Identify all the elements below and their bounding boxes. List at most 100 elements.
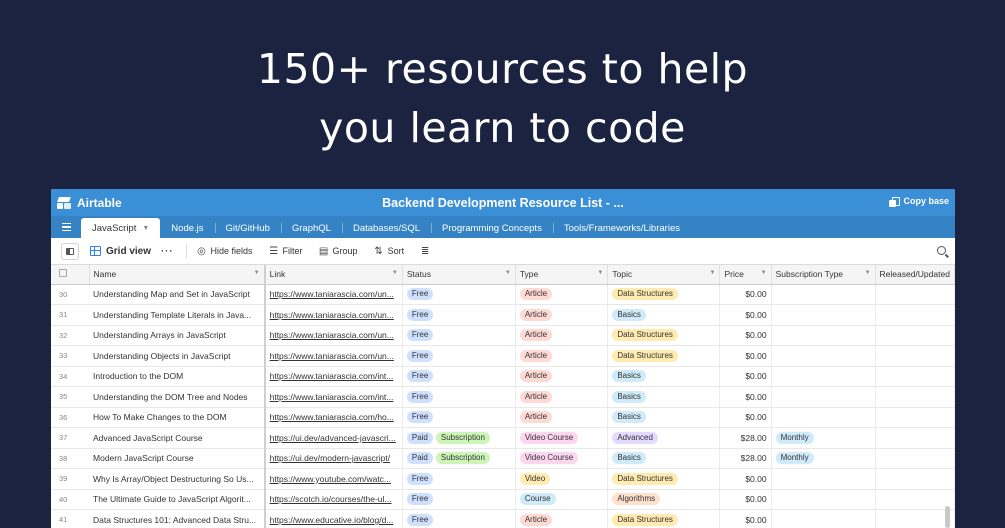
tab-databases-sql[interactable]: Databases/SQL xyxy=(341,218,431,238)
cell-status[interactable]: Free xyxy=(402,304,516,326)
cell-type[interactable]: Article xyxy=(515,407,609,428)
cell-name[interactable]: Data Structures 101: Advanced Data Stru.… xyxy=(89,509,266,528)
chevron-down-icon[interactable]: ▼ xyxy=(254,270,260,276)
cell-price[interactable]: $0.00 xyxy=(719,407,772,428)
tab-javascript[interactable]: JavaScript ▼ xyxy=(81,218,161,238)
cell-released-updated[interactable] xyxy=(875,386,955,408)
sort-button[interactable]: ⇅ Sort xyxy=(374,246,404,257)
row-height-button[interactable]: ≣ xyxy=(420,246,430,257)
cell-name[interactable]: Understanding Objects in JavaScript xyxy=(89,345,266,367)
group-button[interactable]: ▤ Group xyxy=(319,246,358,257)
cell-topic[interactable]: Data Structures xyxy=(607,284,721,305)
cell-type[interactable]: Article xyxy=(515,345,609,367)
cell-link[interactable]: https://www.taniarascia.com/un... xyxy=(264,325,403,346)
cell-subscription-type[interactable]: Monthly xyxy=(771,427,876,449)
cell-subscription-type[interactable]: Monthly xyxy=(771,448,876,469)
cell-price[interactable]: $0.00 xyxy=(719,509,772,528)
more-options-button[interactable]: ··· xyxy=(161,246,174,257)
cell-released-updated[interactable] xyxy=(875,468,955,490)
cell-type[interactable]: Article xyxy=(515,509,609,528)
cell-price[interactable]: $28.00 xyxy=(719,448,772,469)
tab-tools-frameworks-libraries[interactable]: Tools/Frameworks/Libraries xyxy=(552,218,691,238)
table-row[interactable]: 30 Understanding Map and Set in JavaScri… xyxy=(51,284,955,305)
sidebar-toggle-button[interactable] xyxy=(61,242,79,260)
column-header-released-updated[interactable]: Released/Updated xyxy=(875,265,955,285)
airtable-logo[interactable]: Airtable xyxy=(51,196,122,210)
resource-link[interactable]: https://www.taniarascia.com/un... xyxy=(270,351,394,361)
cell-status[interactable]: Paid Subscription xyxy=(402,448,516,469)
cell-status[interactable]: Free xyxy=(402,325,516,346)
cell-status[interactable]: Free xyxy=(402,284,516,305)
vertical-scrollbar[interactable] xyxy=(945,506,950,528)
grid-view-switcher[interactable]: Grid view xyxy=(90,246,151,257)
table-row[interactable]: 32 Understanding Arrays in JavaScript ht… xyxy=(51,325,955,346)
cell-topic[interactable]: Data Structures xyxy=(607,509,721,528)
resource-link[interactable]: https://www.educative.io/blog/d... xyxy=(270,515,394,525)
resource-link[interactable]: https://www.taniarascia.com/un... xyxy=(270,330,394,340)
cell-released-updated[interactable] xyxy=(875,427,955,449)
cell-price[interactable]: $28.00 xyxy=(719,427,772,449)
select-all-checkbox[interactable] xyxy=(51,265,90,285)
cell-link[interactable]: https://www.taniarascia.com/int... xyxy=(264,366,403,387)
cell-status[interactable]: Paid Subscription xyxy=(402,427,516,449)
cell-link[interactable]: https://ui.dev/modern-javascript/ xyxy=(264,448,403,469)
cell-link[interactable]: https://www.taniarascia.com/un... xyxy=(264,304,403,326)
copy-base-button[interactable]: Copy base xyxy=(889,196,949,207)
cell-price[interactable]: $0.00 xyxy=(719,345,772,367)
cell-topic[interactable]: Basics xyxy=(607,448,721,469)
cell-released-updated[interactable] xyxy=(875,325,955,346)
column-header-subscription-type[interactable]: Subscription Type ▼ xyxy=(771,265,876,285)
table-row[interactable]: 36 How To Make Changes to the DOM https:… xyxy=(51,407,955,428)
table-row[interactable]: 34 Introduction to the DOM https://www.t… xyxy=(51,366,955,387)
cell-status[interactable]: Free xyxy=(402,407,516,428)
resource-link[interactable]: https://scotch.io/courses/the-ul... xyxy=(270,494,392,504)
tab-git-github[interactable]: Git/GitHub xyxy=(214,218,281,238)
resource-link[interactable]: https://www.taniarascia.com/un... xyxy=(270,310,394,320)
cell-name[interactable]: Modern JavaScript Course xyxy=(89,448,266,469)
cell-status[interactable]: Free xyxy=(402,509,516,528)
cell-topic[interactable]: Algorithms xyxy=(607,489,721,510)
cell-link[interactable]: https://www.taniarascia.com/un... xyxy=(264,345,403,367)
cell-released-updated[interactable] xyxy=(875,284,955,305)
chevron-down-icon[interactable]: ▼ xyxy=(597,270,603,276)
cell-link[interactable]: https://www.educative.io/blog/d... xyxy=(264,509,403,528)
cell-topic[interactable]: Data Structures xyxy=(607,325,721,346)
cell-type[interactable]: Article xyxy=(515,284,609,305)
cell-status[interactable]: Free xyxy=(402,489,516,510)
cell-subscription-type[interactable] xyxy=(771,509,876,528)
table-row[interactable]: 38 Modern JavaScript Course https://ui.d… xyxy=(51,448,955,469)
resource-link[interactable]: https://www.taniarascia.com/int... xyxy=(270,392,394,402)
column-header-price[interactable]: Price ▼ xyxy=(719,265,772,285)
cell-name[interactable]: Why Is Array/Object Destructuring So Us.… xyxy=(89,468,266,490)
cell-status[interactable]: Free xyxy=(402,386,516,408)
resource-link[interactable]: https://www.taniarascia.com/ho... xyxy=(270,412,394,422)
column-header-link[interactable]: Link ▼ xyxy=(264,265,403,285)
cell-status[interactable]: Free xyxy=(402,345,516,367)
column-header-name[interactable]: Name ▼ xyxy=(89,265,266,285)
cell-type[interactable]: Article xyxy=(515,325,609,346)
cell-type[interactable]: Video Course xyxy=(515,448,609,469)
resource-link[interactable]: https://ui.dev/modern-javascript/ xyxy=(270,453,390,463)
cell-topic[interactable]: Data Structures xyxy=(607,345,721,367)
cell-released-updated[interactable] xyxy=(875,407,955,428)
tab-programming-concepts[interactable]: Programming Concepts xyxy=(431,218,553,238)
chevron-down-icon[interactable]: ▼ xyxy=(505,270,511,276)
cell-subscription-type[interactable] xyxy=(771,386,876,408)
resource-link[interactable]: https://www.taniarascia.com/int... xyxy=(270,371,394,381)
cell-price[interactable]: $0.00 xyxy=(719,386,772,408)
table-row[interactable]: 40 The Ultimate Guide to JavaScript Algo… xyxy=(51,489,955,510)
cell-subscription-type[interactable] xyxy=(771,407,876,428)
cell-type[interactable]: Course xyxy=(515,489,609,510)
search-icon[interactable] xyxy=(937,246,946,255)
menu-icon[interactable] xyxy=(51,216,81,238)
table-row[interactable]: 33 Understanding Objects in JavaScript h… xyxy=(51,345,955,367)
chevron-down-icon[interactable]: ▼ xyxy=(709,270,715,276)
cell-link[interactable]: https://www.taniarascia.com/un... xyxy=(264,284,403,305)
cell-link[interactable]: https://ui.dev/advanced-javascri... xyxy=(264,427,403,449)
cell-price[interactable]: $0.00 xyxy=(719,366,772,387)
cell-type[interactable]: Article xyxy=(515,386,609,408)
table-row[interactable]: 41 Data Structures 101: Advanced Data St… xyxy=(51,509,955,528)
chevron-down-icon[interactable]: ▼ xyxy=(142,225,149,232)
cell-name[interactable]: Understanding Arrays in JavaScript xyxy=(89,325,266,346)
cell-subscription-type[interactable] xyxy=(771,366,876,387)
